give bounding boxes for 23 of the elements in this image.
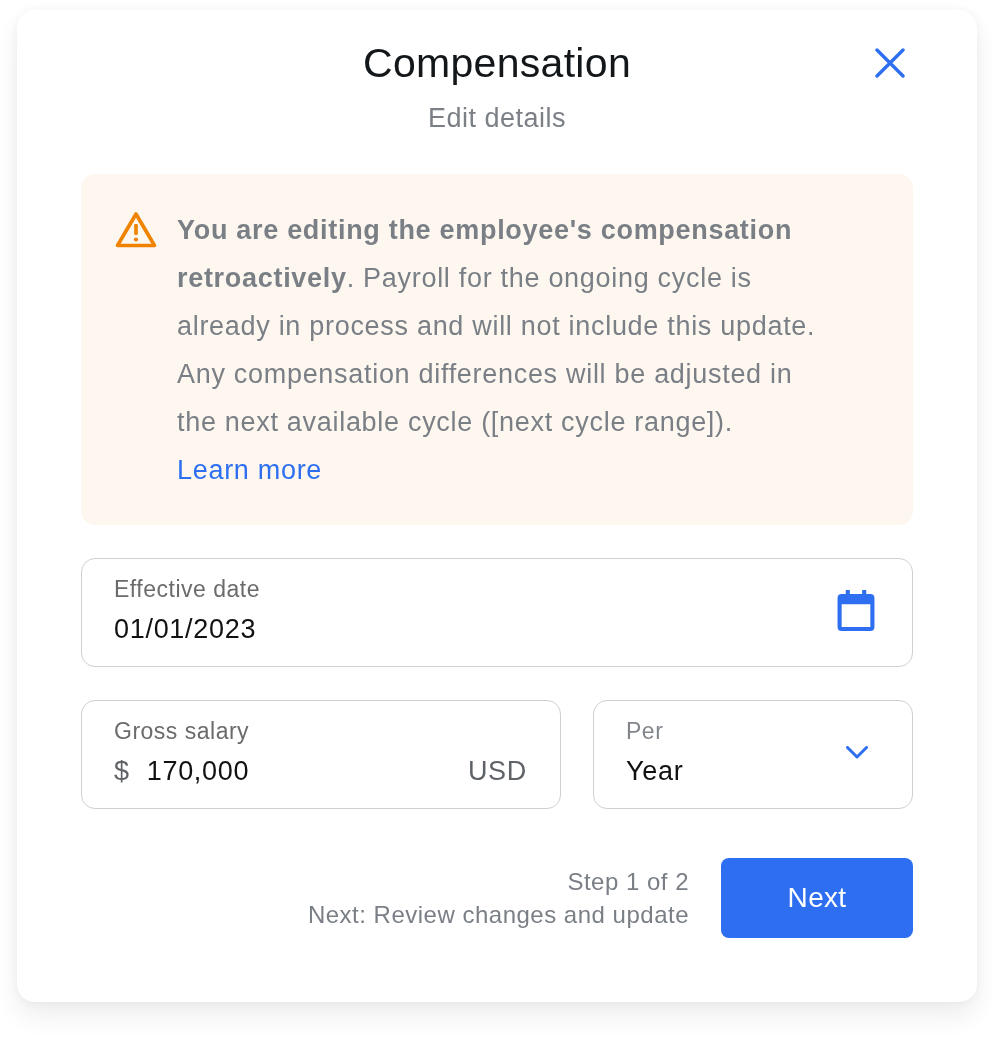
- calendar-icon[interactable]: [837, 589, 875, 631]
- learn-more-link[interactable]: Learn more: [177, 455, 323, 485]
- chevron-down-icon: [846, 745, 868, 759]
- warning-message: You are editing the employee's compensation retroactively. Payroll for the ongoing cycle is already in process and will not include this update. Any compensation differences will be adjusted in the next available cycle ([next cycle range]). Learn more: [177, 214, 817, 487]
- salary-value: 170,000: [146, 755, 250, 787]
- next-step-hint: Next: Review changes and update: [307, 900, 689, 930]
- next-button[interactable]: Next: [721, 858, 913, 938]
- date-field[interactable]: Effective date 01/01/2023: [81, 558, 913, 667]
- dialog-subtitle: Edit details: [427, 102, 567, 134]
- period-select[interactable]: Per Year: [593, 700, 913, 809]
- field-label: Effective date: [114, 575, 260, 603]
- step-counter: Step 1 of 2: [567, 867, 689, 897]
- dialog-title: Compensation: [363, 40, 631, 86]
- field-label: Per: [626, 717, 664, 745]
- select-value: Year: [626, 755, 684, 787]
- close-icon: [875, 48, 905, 78]
- warning-icon: [115, 211, 157, 248]
- close-button[interactable]: [875, 48, 905, 78]
- field-label: Gross salary: [114, 717, 250, 745]
- currency-code: USD: [467, 755, 527, 787]
- currency-symbol: $: [114, 755, 130, 787]
- salary-field[interactable]: Gross salary $ 170,000 USD: [81, 700, 561, 809]
- date-value: 01/01/2023: [114, 613, 257, 645]
